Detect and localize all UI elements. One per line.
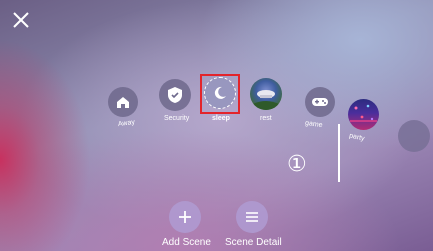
scene-label: sleep xyxy=(212,115,230,122)
plus-icon xyxy=(179,211,191,223)
add-scene-label[interactable]: Add Scene xyxy=(162,237,211,248)
scene-detail-label[interactable]: Scene Detail xyxy=(225,237,282,248)
scene-label: rest xyxy=(260,115,272,122)
list-icon xyxy=(246,212,258,222)
scene-label: Security xyxy=(164,115,190,122)
shield-icon xyxy=(159,79,191,111)
gamepad-icon xyxy=(305,87,335,117)
house-icon xyxy=(108,87,138,117)
blank-circle xyxy=(398,120,430,152)
scene-label: game xyxy=(304,119,323,130)
add-scene-button[interactable] xyxy=(169,201,201,233)
selection-highlight xyxy=(200,74,240,114)
beach-photo-icon xyxy=(250,78,282,110)
scene-detail-button[interactable] xyxy=(236,201,268,233)
close-button[interactable] xyxy=(10,9,32,31)
scene-label: Away xyxy=(117,118,136,129)
annotation-marker: ① xyxy=(287,152,307,177)
scroll-indicator-line xyxy=(338,124,340,182)
scene-label: party xyxy=(348,132,366,143)
close-icon xyxy=(13,12,29,28)
party-photo-icon xyxy=(348,99,379,130)
scene-screen: Away Security sleep rest game party ① Ad… xyxy=(0,0,433,251)
